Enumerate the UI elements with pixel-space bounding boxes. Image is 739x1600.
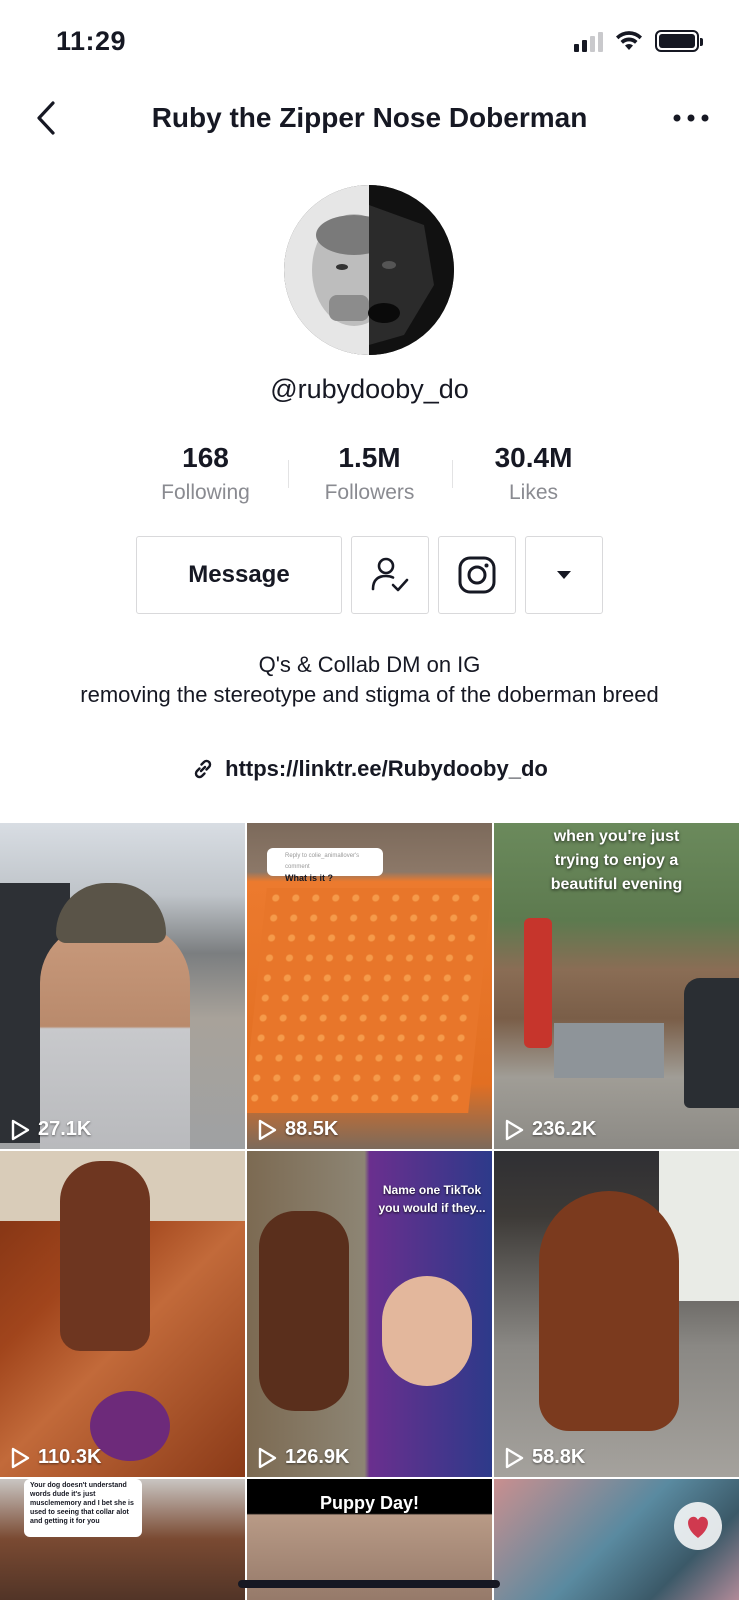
video-thumbnail[interactable]: Name one TikTok you would if they... 126…: [247, 1151, 492, 1477]
stat-value: 1.5M: [338, 442, 401, 473]
heart-sticker-icon: [674, 1502, 722, 1550]
chevron-left-icon: [37, 101, 55, 135]
play-icon: [11, 1119, 30, 1140]
video-thumbnail[interactable]: 110.3K: [0, 1151, 245, 1477]
username: @rubydooby_do: [270, 374, 469, 404]
instagram-button[interactable]: [438, 536, 516, 614]
video-caption: Puppy Day!: [319, 1493, 420, 1513]
caret-down-icon: [557, 571, 571, 579]
link-icon: [194, 759, 212, 779]
more-dots-icon: [673, 114, 709, 122]
video-caption: Name one TikTok you would if they...: [378, 1183, 486, 1215]
instagram-icon: [458, 556, 496, 594]
play-icon: [258, 1447, 277, 1468]
video-thumbnail[interactable]: Your dog doesn't understand words dude i…: [0, 1479, 245, 1600]
stat-value: 30.4M: [494, 442, 573, 473]
stat-following[interactable]: 168 Following: [124, 440, 288, 510]
status-bar: 11:29: [0, 0, 739, 90]
view-count-text: 58.8K: [532, 1446, 586, 1468]
avatar[interactable]: [284, 185, 454, 355]
view-count: 58.8K: [504, 1446, 585, 1469]
message-button[interactable]: Message: [136, 536, 342, 614]
play-icon: [11, 1447, 30, 1468]
battery-icon: [655, 30, 703, 52]
play-icon: [505, 1447, 524, 1468]
page-title: Ruby the Zipper Nose Doberman: [151, 102, 588, 133]
cellular-signal-icon: [574, 30, 603, 52]
play-icon: [258, 1119, 277, 1140]
view-count: 27.1K: [10, 1118, 91, 1141]
play-icon: [505, 1119, 524, 1140]
video-thumbnail[interactable]: when you're just trying to enjoy a beaut…: [494, 823, 739, 1149]
view-count: 126.9K: [257, 1446, 350, 1469]
avatar-image: [284, 185, 454, 355]
stat-label: Followers: [324, 481, 415, 504]
stat-value: 168: [182, 442, 229, 473]
status-icons: [574, 30, 703, 52]
view-count-text: 236.2K: [532, 1118, 597, 1140]
comment-reply-bubble: Your dog doesn't understand words dude i…: [24, 1479, 142, 1537]
profile-link[interactable]: https://linktr.ee/Rubydooby_do: [0, 756, 739, 782]
view-count-text: 27.1K: [38, 1118, 92, 1140]
view-count-text: 110.3K: [38, 1446, 102, 1468]
stat-followers[interactable]: 1.5M Followers: [287, 440, 452, 510]
top-nav: Ruby the Zipper Nose Doberman: [0, 88, 739, 148]
video-grid: 27.1K Reply to colie_animallover's comme…: [0, 823, 739, 1600]
video-thumbnail[interactable]: [494, 1479, 739, 1600]
more-options-button[interactable]: [669, 98, 713, 138]
home-indicator: [238, 1580, 500, 1588]
comment-reply-header: Reply to colie_animallover's comment: [285, 853, 360, 870]
wifi-icon: [616, 31, 642, 50]
view-count-text: 126.9K: [285, 1446, 350, 1468]
comment-reply-bubble: Reply to colie_animallover's comment What…: [267, 848, 383, 883]
video-caption: when you're just trying to enjoy a beaut…: [550, 828, 683, 893]
video-thumbnail[interactable]: Reply to colie_animallover's comment What…: [247, 823, 492, 1149]
video-thumbnail[interactable]: 27.1K: [0, 823, 245, 1149]
profile-bio: Q's & Collab DM on IG removing the stere…: [40, 650, 699, 710]
stat-likes[interactable]: 30.4M Likes: [451, 440, 616, 510]
user-check-icon: [371, 557, 409, 592]
comment-reply-text: What is it ?: [285, 873, 333, 883]
view-count: 88.5K: [257, 1118, 338, 1141]
following-status-button[interactable]: [351, 536, 429, 614]
back-button[interactable]: [26, 98, 66, 138]
profile-stats: 168 Following 1.5M Followers 30.4M Likes: [0, 440, 739, 510]
view-count: 110.3K: [10, 1446, 101, 1469]
video-thumbnail[interactable]: 58.8K: [494, 1151, 739, 1477]
stat-label: Following: [161, 481, 250, 504]
status-time: 11:29: [56, 26, 127, 56]
bio-line: Q's & Collab DM on IG: [258, 652, 481, 677]
profile-actions: Message: [0, 536, 739, 614]
stat-label: Likes: [508, 481, 559, 504]
bio-line: removing the stereotype and stigma of th…: [80, 682, 659, 707]
suggested-accounts-button[interactable]: [525, 536, 603, 614]
view-count: 236.2K: [504, 1118, 597, 1141]
profile-link-text: https://linktr.ee/Rubydooby_do: [225, 756, 548, 781]
view-count-text: 88.5K: [285, 1118, 339, 1140]
